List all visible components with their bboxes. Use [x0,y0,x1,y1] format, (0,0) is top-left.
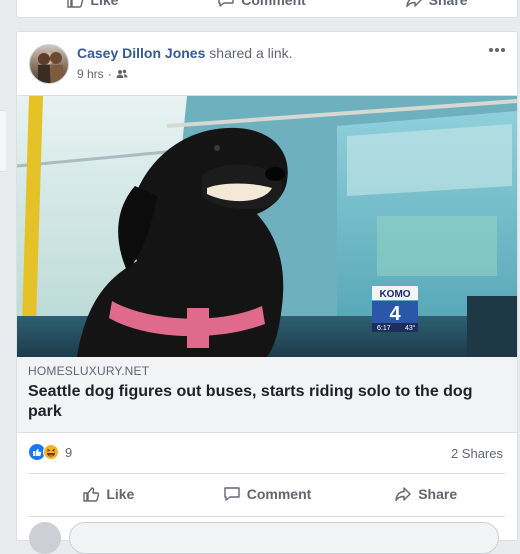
link-preview[interactable]: KOMO 4 6:17 43° HOMESLUXURY.NET Seattle … [17,95,517,433]
tv-logo-text: KOMO [379,289,410,300]
author-avatar[interactable] [29,44,69,84]
share-arrow-icon [405,0,423,9]
author-name-link[interactable]: Casey Dillon Jones [77,45,205,61]
share-arrow-icon [394,485,412,503]
like-button[interactable]: Like [29,478,188,510]
link-domain: HOMESLUXURY.NET [28,364,150,378]
share-count-link[interactable]: 2 Shares [451,446,503,461]
reactions-summary[interactable]: 9 [29,444,72,460]
post-meta: 9 hrs · [77,67,128,81]
link-title[interactable]: Seattle dog figures out buses, starts ri… [28,382,498,422]
previous-share-button[interactable]: Share [405,0,468,9]
previous-comment-label: Comment [241,0,306,8]
comment-button[interactable]: Comment [188,478,347,510]
comment-label: Comment [246,486,312,502]
viewer-avatar [29,522,61,554]
thumbs-up-icon [82,485,100,503]
share-button[interactable]: Share [346,478,505,510]
previous-like-label: Like [90,0,119,8]
more-dots-icon [488,47,506,53]
post-action-bar: Like Comment Share [29,478,505,510]
comment-icon [217,0,235,9]
reaction-count: 9 [65,444,73,460]
link-preview-image[interactable]: KOMO 4 6:17 43° [17,96,517,357]
friends-icon[interactable] [116,68,128,80]
feed-post: Casey Dillon Jones shared a link. 9 hrs … [16,31,518,554]
comment-divider [29,516,505,517]
comment-icon [223,485,241,503]
tv-logo-number: 4 [389,303,401,325]
share-label: Share [418,486,458,502]
thumbs-up-icon [66,0,84,9]
previous-comment-button[interactable]: Comment [217,0,306,9]
tv-clock: 6:17 [377,325,391,332]
left-side-panel-edge [0,110,6,172]
meta-separator: · [107,67,112,81]
more-options-button[interactable] [487,40,507,60]
previous-post-actions: Like Comment Share [17,0,517,9]
post-timestamp[interactable]: 9 hrs [77,67,104,81]
haha-reaction-icon [43,444,59,460]
previous-post-card: Like Comment Share [16,0,518,18]
comment-input[interactable] [69,522,499,554]
post-action-text: shared a link. [209,45,293,61]
action-divider [29,473,505,474]
tv-temp: 43° [405,324,416,332]
comment-composer [29,522,499,554]
post-header: Casey Dillon Jones shared a link. [77,45,293,61]
previous-like-button[interactable]: Like [66,0,118,9]
like-label: Like [106,486,135,502]
previous-share-label: Share [428,0,468,8]
